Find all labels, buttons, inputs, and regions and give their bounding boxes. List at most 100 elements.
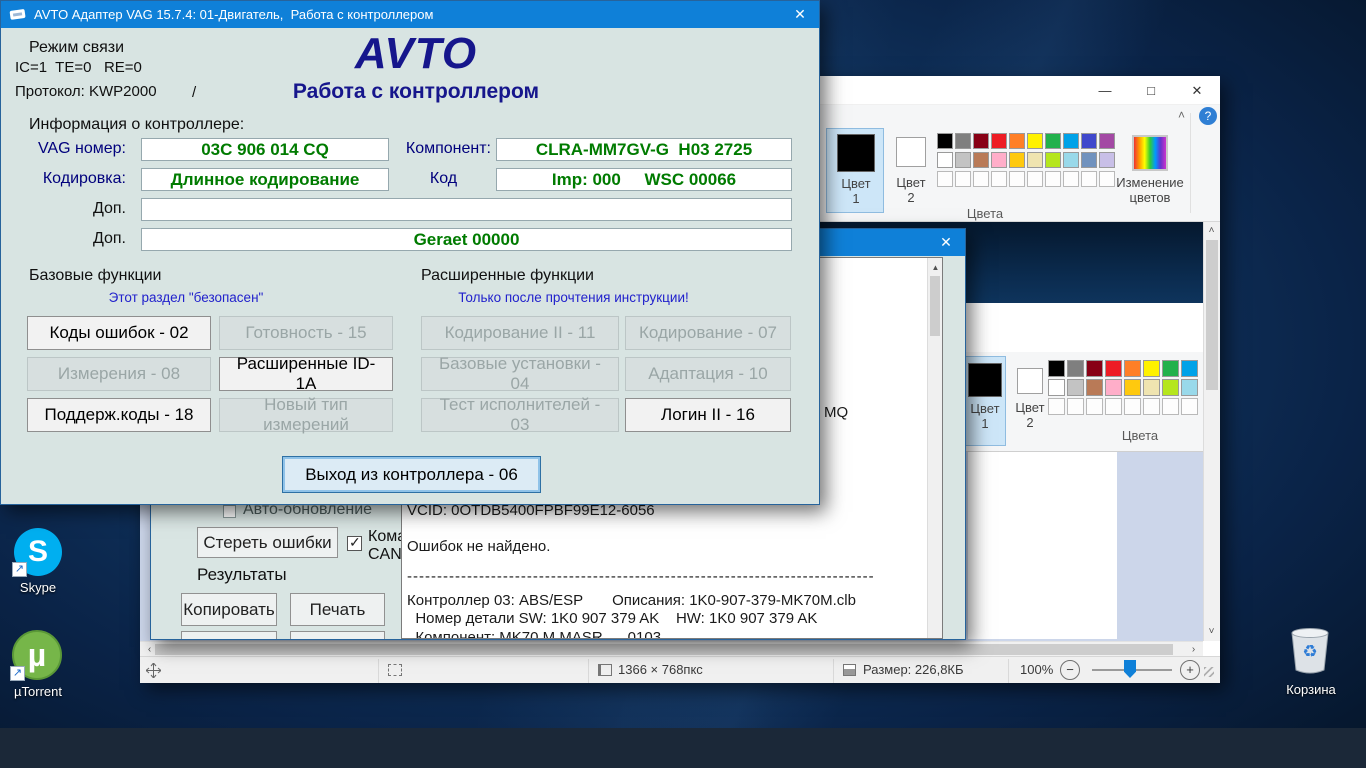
palette-swatch[interactable] (973, 133, 989, 149)
palette-swatch[interactable] (1045, 152, 1061, 168)
basic-function-button-3[interactable]: Расширенные ID- 1A (219, 357, 393, 391)
palette-swatch (1105, 360, 1122, 377)
recycle-bin-label[interactable]: Корзина (1280, 682, 1342, 697)
palette-swatch-empty (1086, 398, 1103, 415)
resize-grip[interactable] (1204, 667, 1214, 677)
palette-swatch[interactable] (991, 152, 1007, 168)
basic-function-button-0[interactable]: Коды ошибок - 02 (27, 316, 211, 350)
palette-swatch-empty (1143, 398, 1160, 415)
palette-swatch (1086, 360, 1103, 377)
zoom-in-button[interactable]: + (1180, 660, 1200, 680)
scroll-thumb[interactable] (1206, 240, 1218, 390)
palette-swatch[interactable] (973, 152, 989, 168)
advanced-function-button-5[interactable]: Логин II - 16 (625, 398, 791, 432)
palette-swatch-empty[interactable] (1027, 171, 1043, 187)
utorrent-label[interactable]: µTorrent (2, 684, 74, 699)
color-palette[interactable] (937, 152, 1115, 168)
color2-button[interactable]: Цвет 2 (888, 128, 934, 213)
palette-swatch[interactable] (1063, 133, 1079, 149)
scroll-right-icon[interactable]: › (1186, 642, 1201, 657)
palette-swatch (1181, 379, 1198, 396)
palette-swatch[interactable] (1081, 152, 1097, 168)
palette-swatch-empty[interactable] (991, 171, 1007, 187)
palette-swatch[interactable] (1099, 152, 1115, 168)
help-icon[interactable]: ? (1199, 107, 1217, 125)
palette-swatch-empty (1124, 398, 1141, 415)
palette-swatch[interactable] (937, 152, 953, 168)
palette-swatch-empty[interactable] (955, 171, 971, 187)
skype-label[interactable]: Skype (2, 580, 74, 595)
zoom-out-button[interactable]: − (1060, 660, 1080, 680)
clipped-button[interactable] (181, 631, 277, 640)
horizontal-scrollbar[interactable]: ‹ › (140, 641, 1203, 656)
coding-label: Кодировка: (11, 170, 126, 188)
avto-titlebar[interactable]: AVTO Адаптер VAG 15.7.4: 01-Двигатель, Р… (1, 1, 819, 28)
color1-button[interactable]: Цвет 1 (826, 128, 884, 213)
log-part: Номер детали SW: 1K0 907 379 AK HW: 1K0 … (407, 610, 817, 627)
close-button[interactable]: ✕ (927, 229, 965, 256)
palette-swatch[interactable] (955, 133, 971, 149)
maximize-button[interactable]: □ (1128, 76, 1174, 105)
scroll-thumb[interactable] (930, 276, 940, 336)
edit-colors-icon[interactable] (1132, 135, 1168, 171)
scroll-up-icon[interactable]: ˄ (1204, 223, 1219, 238)
print-button[interactable]: Печать (290, 593, 385, 626)
color-palette-empty[interactable] (937, 171, 1115, 187)
recycle-bin-icon[interactable]: ♻ (1284, 624, 1336, 680)
close-button[interactable]: ✕ (1174, 76, 1220, 105)
palette-swatch[interactable] (1027, 133, 1043, 149)
palette-swatch (1048, 379, 1065, 396)
copy-button[interactable]: Копировать (181, 593, 277, 626)
advanced-functions-note: Только после прочтения инструкции! (426, 290, 721, 305)
collapse-ribbon-icon[interactable]: ˄ (1178, 108, 1185, 122)
scroll-thumb[interactable] (155, 644, 1173, 655)
palette-swatch-empty (1048, 398, 1065, 415)
scroll-down-icon[interactable]: ˅ (1204, 624, 1219, 639)
results-scrollbar[interactable]: ▲ (927, 258, 942, 638)
palette-swatch (1067, 360, 1084, 377)
clear-errors-button[interactable]: Стереть ошибки (197, 527, 338, 558)
palette-swatch[interactable] (955, 152, 971, 168)
palette-swatch-empty[interactable] (1045, 171, 1061, 187)
palette-swatch[interactable] (991, 133, 1007, 149)
nested-color1: Цвет 1 (962, 356, 1006, 446)
palette-swatch[interactable] (1027, 152, 1043, 168)
brand-logo: AVTO (251, 29, 581, 79)
palette-swatch-empty[interactable] (937, 171, 953, 187)
palette-swatch[interactable] (1009, 152, 1025, 168)
file-size-icon (843, 664, 856, 676)
palette-swatch[interactable] (1009, 133, 1025, 149)
auto-update-checkbox[interactable] (223, 505, 236, 518)
palette-swatch (1124, 360, 1141, 377)
palette-swatch[interactable] (1045, 133, 1061, 149)
palette-swatch-empty[interactable] (973, 171, 989, 187)
basic-function-button-4[interactable]: Поддерж.коды - 18 (27, 398, 211, 432)
close-button[interactable]: ✕ (781, 1, 819, 28)
extra2-field[interactable]: Geraet 00000 (141, 228, 792, 251)
scroll-up-icon[interactable]: ▲ (928, 260, 943, 275)
component-field[interactable]: CLRA-MM7GV-G H03 2725 (496, 138, 792, 161)
palette-swatch[interactable] (1081, 133, 1097, 149)
extra1-field[interactable] (141, 198, 792, 221)
color-palette[interactable] (937, 133, 1115, 149)
recycle-bin-glyph: ♻ (1284, 624, 1336, 680)
nested-palette (1048, 360, 1198, 377)
exit-controller-button[interactable]: Выход из контроллера - 06 (282, 456, 541, 493)
clipped-button[interactable] (290, 631, 385, 640)
vertical-scrollbar[interactable]: ˄ ˅ (1203, 222, 1220, 641)
palette-swatch (1048, 360, 1065, 377)
palette-swatch[interactable] (1063, 152, 1079, 168)
palette-swatch[interactable] (937, 133, 953, 149)
palette-swatch-empty[interactable] (1063, 171, 1079, 187)
zoom-slider-thumb[interactable] (1124, 660, 1136, 678)
palette-swatch[interactable] (1099, 133, 1115, 149)
can-command-checkbox[interactable]: ✓ (347, 536, 362, 551)
palette-swatch-empty[interactable] (1009, 171, 1025, 187)
palette-swatch (1181, 360, 1198, 377)
vag-number-field[interactable]: 03C 906 014 CQ (141, 138, 389, 161)
log-divider: ----------------------------------------… (407, 568, 875, 585)
minimize-button[interactable]: — (1082, 76, 1128, 105)
coding-field[interactable]: Длинное кодирование (141, 168, 389, 191)
paint-statusbar: 1366 × 768пкс Размер: 226,8КБ 100% − + (140, 656, 1220, 683)
code-field[interactable]: Imp: 000 WSC 00066 (496, 168, 792, 191)
